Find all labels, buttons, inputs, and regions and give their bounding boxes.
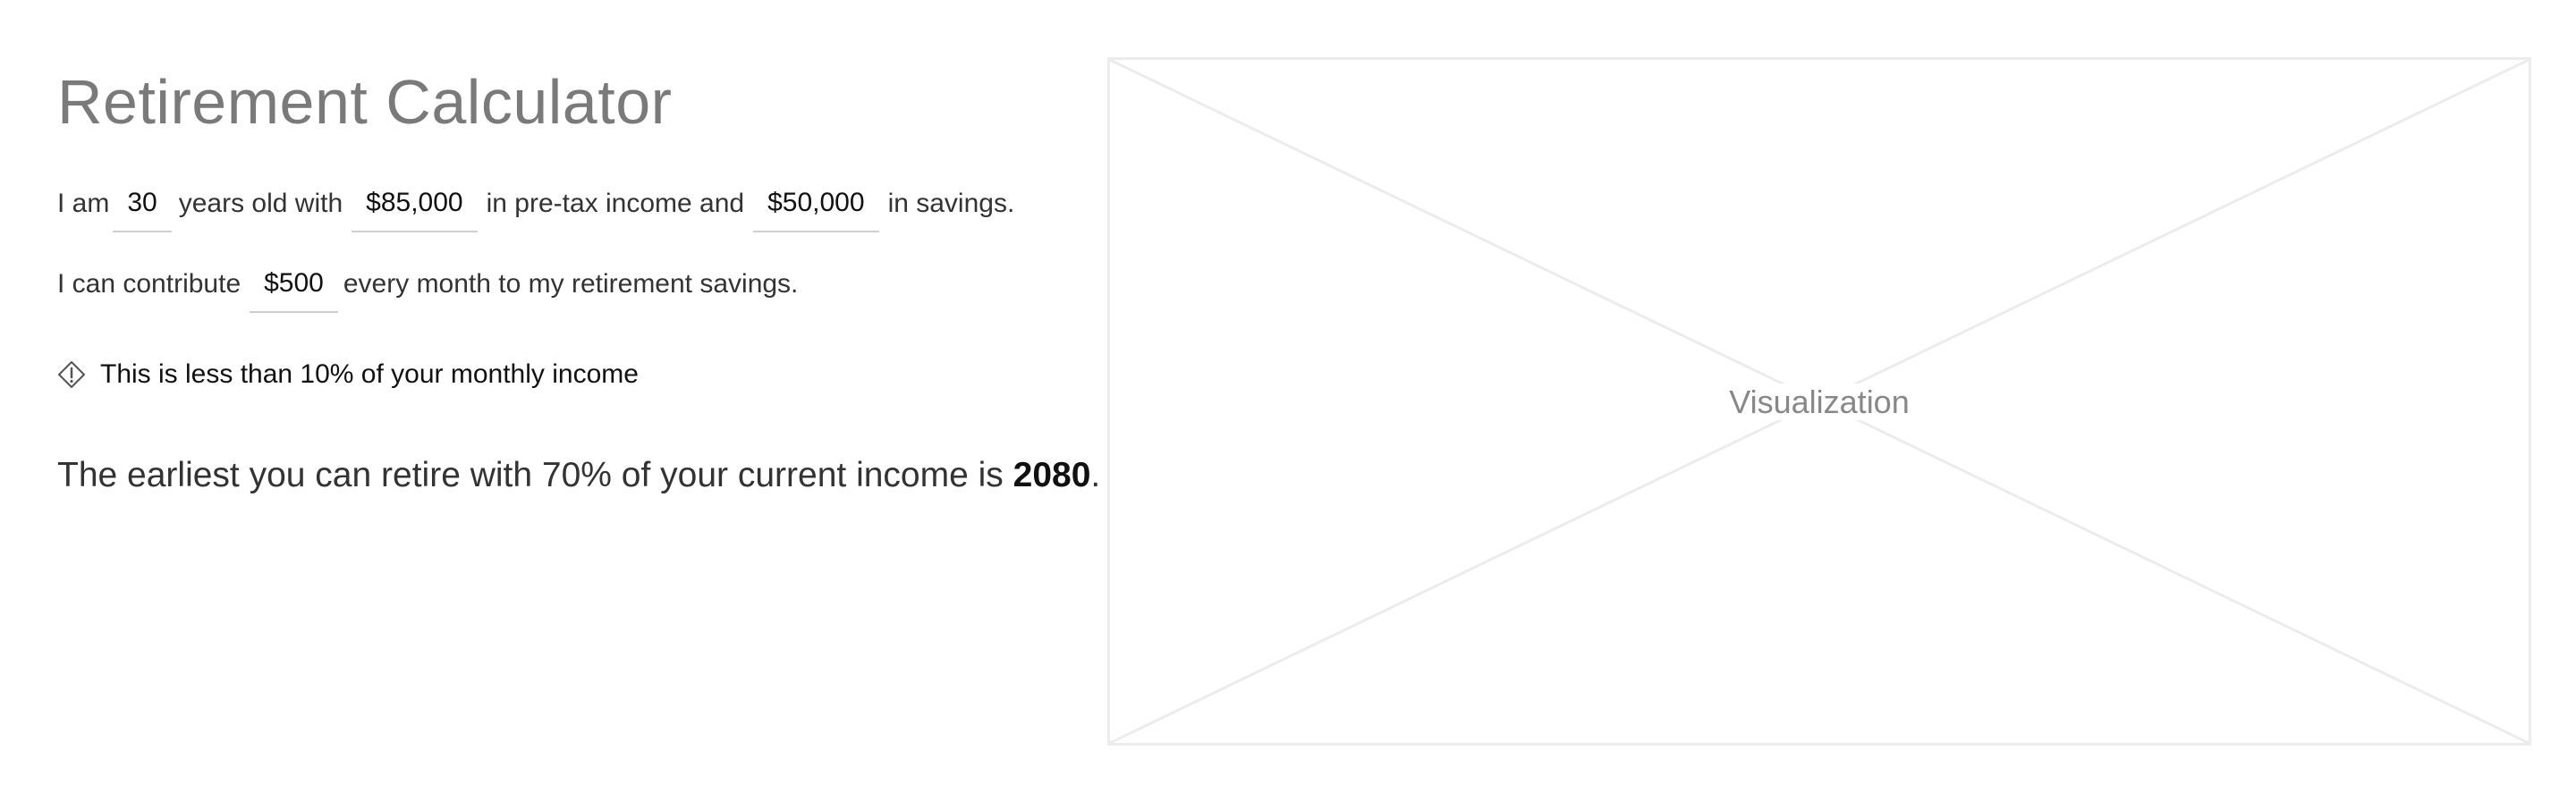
contribution-sentence: I can contribute $500 every month to my … [57,259,799,313]
result-suffix: . [1090,456,1101,494]
age-input[interactable]: 30 [113,182,172,232]
page-title: Retirement Calculator [57,67,673,137]
savings-input[interactable]: $50,000 [753,182,879,232]
income-input[interactable]: $85,000 [352,182,478,232]
sentence2-suffix: every month to my retirement savings. [343,269,799,299]
income-sentence: I am 30 years old with $85,000 in pre-ta… [57,179,1015,232]
contribution-input[interactable]: $500 [250,263,338,313]
retirement-year: 2080 [1013,456,1091,494]
sentence1-prefix: I am [57,189,110,218]
sentence1-mid1: years old with [178,189,343,218]
visualization-placeholder: Visualization [1107,57,2531,746]
sentence1-suffix: in savings. [887,189,1015,218]
warning-message: This is less than 10% of your monthly in… [57,359,639,390]
warning-diamond-icon [57,360,86,389]
sentence1-mid2: in pre-tax income and [486,189,745,218]
result-prefix: The earliest you can retire with 70% of … [57,456,1004,494]
visualization-label: Visualization [1720,384,1919,420]
sentence2-prefix: I can contribute [57,269,242,299]
result-sentence: The earliest you can retire with 70% of … [57,456,1100,495]
warning-text: This is less than 10% of your monthly in… [100,359,639,389]
